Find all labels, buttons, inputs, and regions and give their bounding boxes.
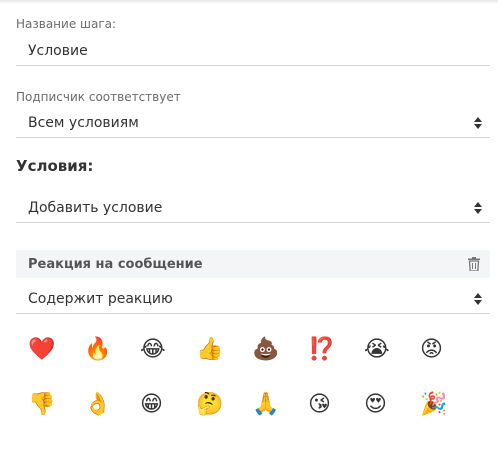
subscriber-match-select[interactable]: Всем условиям (16, 108, 490, 138)
sort-icon (474, 116, 482, 129)
condition-step-form: Название шага: Условие Подписчик соответ… (0, 0, 498, 464)
step-name-input[interactable]: Условие (16, 36, 490, 66)
subscriber-match-label: Подписчик соответствует (16, 90, 181, 104)
add-condition-select[interactable]: Добавить условие (16, 193, 490, 223)
trash-icon[interactable] (468, 257, 480, 271)
emoji-thumbs-up[interactable]: 👍 (196, 335, 252, 365)
subscriber-match-value: Всем условиям (28, 114, 139, 131)
conditions-heading: Условия: (16, 157, 94, 175)
emoji-tears-of-joy[interactable]: 😂 (140, 335, 196, 365)
emoji-grin[interactable]: 😁 (140, 390, 196, 420)
add-condition-value: Добавить условие (28, 199, 163, 216)
step-name-value[interactable]: Условие (28, 43, 88, 59)
emoji-thinking[interactable]: 🤔 (196, 390, 252, 420)
reaction-condition-title: Реакция на сообщение (28, 256, 203, 272)
emoji-thumbs-down[interactable]: 👎 (28, 390, 84, 420)
emoji-ok-hand[interactable]: 👌 (84, 390, 140, 420)
sort-icon (474, 292, 482, 305)
emoji-row-2: 👎 👌 😁 🤔 🙏 😘 😍 🎉 (28, 390, 476, 420)
emoji-row-1: ❤️ 🔥 😂 👍 💩 ⁉️ 😭 😡 (28, 335, 476, 365)
emoji-pray[interactable]: 🙏 (252, 390, 308, 420)
emoji-party[interactable]: 🎉 (420, 390, 476, 420)
step-name-label: Название шага: (16, 17, 117, 31)
top-shadow (0, 0, 498, 4)
reaction-operator-select[interactable]: Содержит реакцию (16, 284, 490, 314)
emoji-heart[interactable]: ❤️ (28, 335, 84, 365)
emoji-poop[interactable]: 💩 (252, 335, 308, 365)
reaction-condition-header: Реакция на сообщение (16, 250, 490, 278)
emoji-crying[interactable]: 😭 (364, 335, 420, 365)
emoji-heart-eyes[interactable]: 😍 (364, 390, 420, 420)
sort-icon (474, 201, 482, 214)
emoji-kiss[interactable]: 😘 (308, 390, 364, 420)
emoji-interrobang[interactable]: ⁉️ (308, 335, 364, 365)
reaction-operator-value: Содержит реакцию (28, 290, 173, 307)
emoji-angry[interactable]: 😡 (420, 335, 476, 365)
emoji-fire[interactable]: 🔥 (84, 335, 140, 365)
